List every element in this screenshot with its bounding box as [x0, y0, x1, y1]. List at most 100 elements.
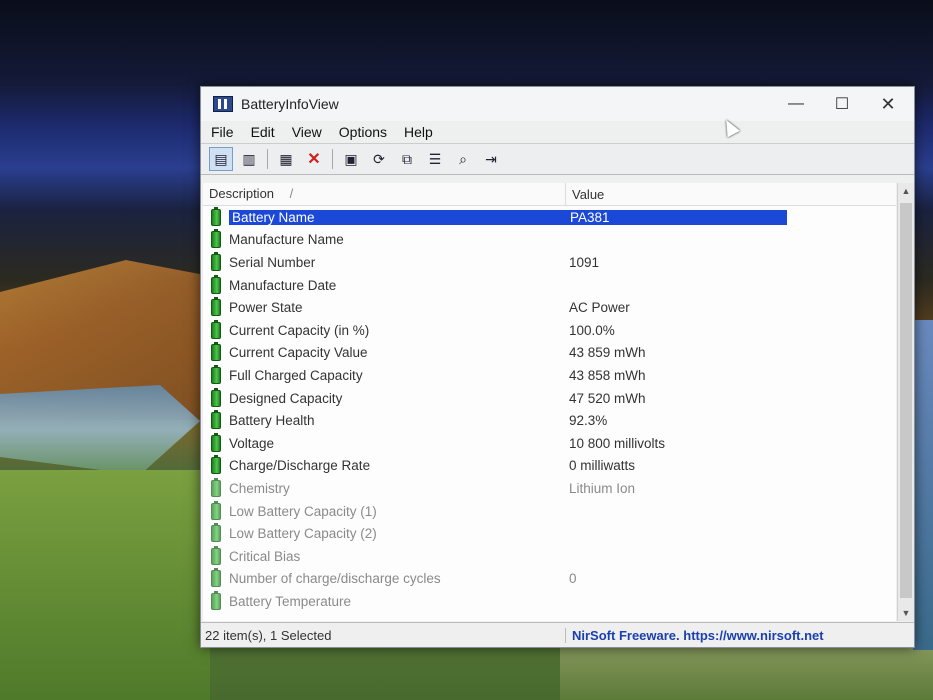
row-description: Chemistry — [229, 480, 290, 496]
row-value: 0 milliwatts — [569, 458, 636, 474]
battery-icon — [211, 274, 221, 294]
list-header: Description / Value — [203, 183, 896, 206]
battery-icon — [211, 251, 221, 271]
list-item[interactable]: Current Capacity (in %) 100.0% — [203, 319, 896, 342]
maximize-button[interactable]: ☐ — [820, 87, 864, 121]
row-value: 0 — [569, 571, 577, 587]
vertical-scrollbar[interactable]: ▲ ▼ — [897, 183, 914, 621]
view-report-icon[interactable]: ▥ — [237, 147, 261, 171]
delete-icon[interactable]: ✕ — [302, 147, 326, 171]
row-value: 92.3% — [569, 413, 608, 429]
menu-view[interactable]: View — [292, 124, 322, 140]
title-bar[interactable]: BatteryInfoView — ☐ ✕ — [201, 87, 914, 138]
row-value: AC Power — [569, 300, 630, 316]
row-description: Battery Temperature — [229, 593, 352, 609]
row-description: Battery Health — [229, 413, 315, 429]
list-item[interactable]: Critical Bias — [203, 545, 896, 568]
battery-icon — [211, 455, 221, 475]
list-item[interactable]: Full Charged Capacity 43 858 mWh — [203, 364, 896, 387]
battery-icon — [211, 319, 221, 339]
nirsoft-link[interactable]: NirSoft Freeware. https://www.nirsoft.ne… — [566, 628, 824, 643]
row-description: Voltage — [229, 435, 275, 451]
close-button[interactable]: ✕ — [866, 87, 910, 121]
list-item[interactable]: Serial Number 1091 — [203, 251, 896, 274]
refresh-icon[interactable]: ⟳ — [367, 147, 391, 171]
row-description: Charge/Discharge Rate — [229, 458, 371, 474]
list-item[interactable]: Power State AC Power — [203, 296, 896, 319]
scrollbar-thumb[interactable] — [900, 203, 912, 598]
batteryinfoview-window: BatteryInfoView — ☐ ✕ File Edit View Opt… — [200, 86, 915, 648]
toolbar-separator — [267, 149, 268, 169]
scroll-up-arrow-icon[interactable]: ▲ — [898, 183, 914, 199]
list-item[interactable]: Battery Temperature — [203, 590, 896, 613]
row-value: 47 520 mWh — [569, 390, 646, 406]
row-value: 43 859 mWh — [569, 345, 646, 361]
battery-icon — [211, 568, 221, 588]
minimize-button[interactable]: — — [774, 87, 818, 121]
html-report-icon[interactable]: ▦ — [274, 147, 298, 171]
row-value: 1091 — [569, 254, 600, 270]
exit-icon[interactable]: ⇥ — [479, 147, 503, 171]
menu-options[interactable]: Options — [339, 124, 387, 140]
desktop-right-edge — [913, 320, 933, 650]
status-item-count: 22 item(s), 1 Selected — [201, 627, 566, 643]
column-header-description[interactable]: Description / — [203, 183, 566, 205]
battery-icon — [211, 590, 221, 610]
list-item[interactable]: Manufacture Name — [203, 229, 896, 252]
battery-icon — [211, 206, 221, 226]
menu-file[interactable]: File — [211, 124, 234, 140]
battery-icon — [211, 477, 221, 497]
row-description: Designed Capacity — [229, 390, 343, 406]
battery-icon — [211, 229, 221, 249]
scroll-down-arrow-icon[interactable]: ▼ — [898, 605, 914, 621]
battery-icon — [211, 387, 221, 407]
row-description: Battery Name — [229, 209, 570, 225]
list-item[interactable]: Manufacture Date — [203, 274, 896, 297]
list-item[interactable]: Number of charge/discharge cycles 0 — [203, 568, 896, 591]
battery-icon — [211, 500, 221, 520]
battery-info-list[interactable]: Description / Value Battery Name PA381 Man… — [203, 183, 896, 621]
row-description: Low Battery Capacity (1) — [229, 503, 377, 519]
list-item[interactable]: Designed Capacity 47 520 mWh — [203, 387, 896, 410]
desktop-grass-bottom — [560, 640, 933, 700]
battery-icon — [211, 432, 221, 452]
battery-icon — [211, 297, 221, 317]
column-header-description-label: Description — [209, 186, 275, 201]
menu-edit[interactable]: Edit — [251, 124, 275, 140]
menu-help[interactable]: Help — [404, 124, 433, 140]
row-description: Serial Number — [229, 254, 316, 270]
row-description: Current Capacity Value — [229, 345, 368, 361]
list-item[interactable]: Chemistry Lithium Ion — [203, 477, 896, 500]
toolbar: ▤ ▥ ▦ ✕ ▣ ⟳ ⧉ ☰ ⌕ ⇥ — [201, 143, 914, 175]
save-icon[interactable]: ▣ — [339, 147, 363, 171]
row-value: Lithium Ion — [569, 480, 636, 496]
list-item[interactable]: Low Battery Capacity (1) — [203, 500, 896, 523]
battery-icon — [211, 364, 221, 384]
properties-icon[interactable]: ☰ — [423, 147, 447, 171]
menu-bar: File Edit View Options Help — [201, 121, 914, 143]
list-item[interactable]: Voltage 10 800 millivolts — [203, 432, 896, 455]
battery-icon — [211, 523, 221, 543]
list-item[interactable]: Battery Health 92.3% — [203, 409, 896, 432]
toolbar-separator — [332, 149, 333, 169]
row-value: 10 800 millivolts — [569, 435, 666, 451]
column-header-value[interactable]: Value — [566, 187, 604, 202]
row-description: Current Capacity (in %) — [229, 322, 370, 338]
list-item[interactable]: Charge/Discharge Rate 0 milliwatts — [203, 455, 896, 478]
battery-icon — [211, 410, 221, 430]
battery-icon — [211, 342, 221, 362]
battery-icon — [211, 545, 221, 565]
desktop-lake — [0, 385, 200, 475]
list-item[interactable]: Current Capacity Value 43 859 mWh — [203, 342, 896, 365]
copy-icon[interactable]: ⧉ — [395, 147, 419, 171]
find-icon[interactable]: ⌕ — [451, 147, 475, 171]
row-value: 100.0% — [569, 322, 615, 338]
row-description: Full Charged Capacity — [229, 367, 363, 383]
row-description: Low Battery Capacity (2) — [229, 526, 377, 542]
view-list-icon[interactable]: ▤ — [209, 147, 233, 171]
battery-app-icon — [213, 96, 233, 112]
list-item[interactable]: Battery Name PA381 — [203, 206, 896, 229]
row-value: 43 858 mWh — [569, 367, 646, 383]
row-description: Critical Bias — [229, 548, 301, 564]
list-item[interactable]: Low Battery Capacity (2) — [203, 522, 896, 545]
